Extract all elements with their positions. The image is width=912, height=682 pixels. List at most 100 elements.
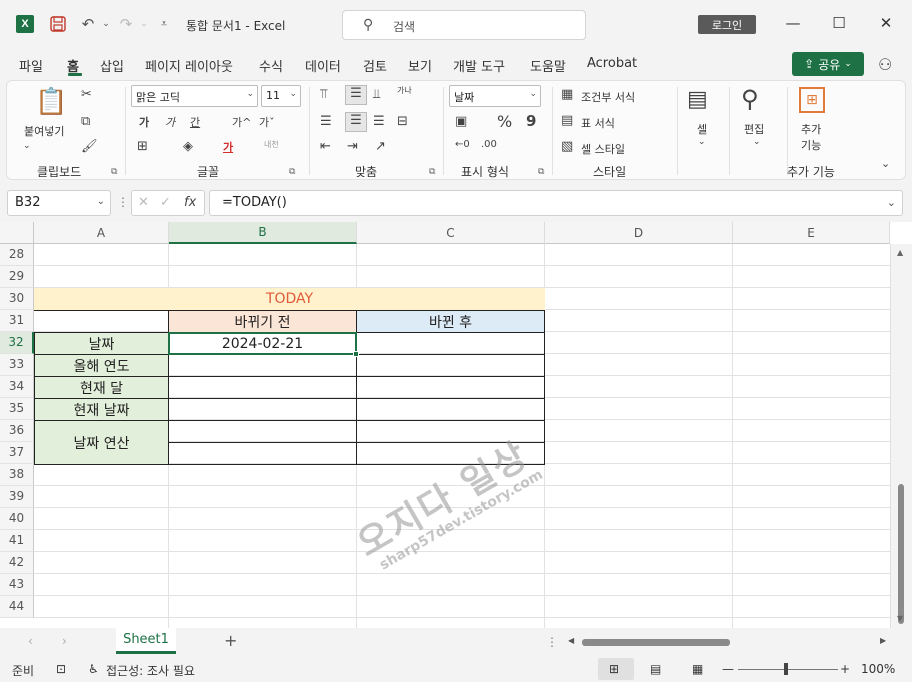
row-header[interactable]: 43: [0, 574, 34, 596]
tab-view[interactable]: 보기: [408, 56, 432, 75]
tab-data[interactable]: 데이터: [305, 56, 341, 75]
column-header-d[interactable]: D: [545, 222, 733, 244]
zoom-out-button[interactable]: —: [722, 662, 734, 676]
normal-view-icon[interactable]: ⊞: [609, 662, 619, 676]
row-header-selected[interactable]: 32: [0, 332, 34, 354]
add-sheet-button[interactable]: +: [224, 631, 237, 650]
editing-button[interactable]: 편집: [744, 121, 764, 137]
format-table-icon[interactable]: ▤: [561, 113, 573, 128]
tab-help[interactable]: 도움말: [530, 56, 566, 75]
column-header-a[interactable]: A: [34, 222, 169, 244]
zoom-in-button[interactable]: +: [840, 662, 850, 676]
header-after-cell[interactable]: 바뀐 후: [356, 310, 545, 333]
scroll-left-icon[interactable]: ◀: [568, 636, 574, 645]
increase-indent-icon[interactable]: ⇥: [347, 139, 358, 154]
tab-insert[interactable]: 삽입: [100, 56, 124, 75]
search-input[interactable]: ⚲ 검색: [342, 10, 586, 40]
column-header-b[interactable]: B: [169, 222, 357, 244]
cut-icon[interactable]: ✂: [81, 87, 92, 102]
data-cell[interactable]: [168, 354, 357, 377]
sheet-tab-sheet1[interactable]: Sheet1: [116, 628, 176, 654]
undo-dropdown-icon[interactable]: ⌄: [96, 14, 116, 34]
cells-button[interactable]: 셀: [697, 121, 707, 137]
tab-developer[interactable]: 개발 도구: [453, 56, 505, 75]
align-left-icon[interactable]: ☰: [320, 114, 332, 129]
clipboard-launcher-icon[interactable]: ⧉: [111, 167, 117, 177]
row-header[interactable]: 31: [0, 310, 34, 332]
accounting-format-icon[interactable]: ▣: [455, 114, 467, 129]
login-button[interactable]: 로그인: [698, 15, 756, 34]
chevron-down-icon[interactable]: ⌄: [698, 137, 706, 147]
align-bottom-icon[interactable]: ⫫: [373, 87, 380, 102]
row-header[interactable]: 35: [0, 398, 34, 420]
decrease-indent-icon[interactable]: ⇤: [320, 139, 331, 154]
conditional-format-button[interactable]: 조건부 서식: [581, 89, 635, 105]
row-header[interactable]: 38: [0, 464, 34, 486]
row-header[interactable]: 42: [0, 552, 34, 574]
maximize-button[interactable]: ☐: [829, 14, 849, 34]
data-cell[interactable]: [356, 332, 545, 355]
horizontal-scroll-thumb[interactable]: [582, 639, 730, 646]
borders-icon[interactable]: ⊞: [137, 139, 148, 154]
customize-toolbar-icon[interactable]: ⩡: [154, 14, 174, 34]
data-cell[interactable]: [356, 398, 545, 421]
title-cell[interactable]: TODAY: [34, 288, 545, 311]
format-painter-icon[interactable]: 🖌: [81, 139, 98, 154]
data-cell[interactable]: [356, 354, 545, 377]
bold-button[interactable]: 가: [139, 114, 149, 130]
column-header-c[interactable]: C: [357, 222, 545, 244]
label-cell[interactable]: 날짜 연산: [34, 420, 169, 465]
row-header[interactable]: 40: [0, 508, 34, 530]
comma-style-button[interactable]: 9: [526, 112, 536, 130]
paste-dropdown-icon[interactable]: ⌄: [23, 141, 31, 151]
next-sheet-icon[interactable]: ›: [62, 634, 67, 648]
wrap-text-button[interactable]: 가나: [397, 85, 412, 96]
fill-handle[interactable]: [353, 351, 359, 357]
expand-formula-icon[interactable]: ⌄: [887, 196, 896, 209]
data-cell[interactable]: [356, 376, 545, 399]
align-top-icon[interactable]: ⫪: [320, 87, 327, 102]
vertical-scroll-thumb[interactable]: [898, 484, 904, 624]
add-ins-icon[interactable]: ⊞: [799, 87, 825, 113]
fill-color-icon[interactable]: ◈: [183, 139, 193, 154]
data-cell[interactable]: [356, 420, 545, 443]
add-ins-label-1[interactable]: 추가: [801, 121, 821, 137]
page-layout-view-icon[interactable]: ▤: [650, 662, 661, 676]
paste-icon[interactable]: 📋: [35, 87, 67, 117]
align-middle-icon[interactable]: ☰: [345, 85, 367, 105]
number-format-select[interactable]: 날짜 ⌄: [449, 85, 541, 107]
paste-label[interactable]: 붙여넣기: [24, 123, 64, 139]
prev-sheet-icon[interactable]: ‹: [28, 634, 33, 648]
selected-cell-b32[interactable]: 2024-02-21: [168, 332, 357, 355]
cancel-icon[interactable]: ✕: [138, 195, 149, 210]
percent-button[interactable]: %: [497, 112, 512, 131]
font-name-select[interactable]: 맑은 고딕 ⌄: [131, 85, 258, 107]
merge-center-icon[interactable]: ⊟: [397, 114, 408, 129]
row-header[interactable]: 44: [0, 596, 34, 618]
comments-icon[interactable]: ⚇: [878, 55, 892, 74]
conditional-format-icon[interactable]: ▦: [561, 87, 573, 102]
cell-styles-button[interactable]: 셀 스타일: [581, 141, 625, 157]
data-cell[interactable]: [168, 442, 357, 465]
scroll-right-icon[interactable]: ▶: [880, 636, 886, 645]
alignment-launcher-icon[interactable]: ⧉: [429, 167, 435, 177]
column-header-e[interactable]: E: [733, 222, 890, 244]
increase-decimal-icon[interactable]: ←0: [455, 139, 470, 150]
zoom-level[interactable]: 100%: [861, 662, 895, 676]
label-cell[interactable]: 현재 달: [34, 376, 169, 399]
copy-icon[interactable]: ⧉: [81, 114, 90, 129]
macro-record-icon[interactable]: ⊡: [56, 662, 66, 676]
tab-review[interactable]: 검토: [363, 56, 387, 75]
more-options-icon[interactable]: ⋮: [117, 195, 129, 209]
scroll-down-icon[interactable]: ▼: [897, 614, 903, 623]
orientation-icon[interactable]: ↗: [375, 139, 386, 154]
label-cell[interactable]: 현재 날짜: [34, 398, 169, 421]
phonetic-guide-button[interactable]: 내천: [264, 139, 279, 150]
data-cell[interactable]: [168, 398, 357, 421]
data-cell[interactable]: [168, 420, 357, 443]
enter-icon[interactable]: ✓: [160, 195, 171, 210]
zoom-slider[interactable]: [738, 669, 838, 670]
row-header[interactable]: 33: [0, 354, 34, 376]
row-header[interactable]: 39: [0, 486, 34, 508]
data-cell[interactable]: [168, 376, 357, 399]
